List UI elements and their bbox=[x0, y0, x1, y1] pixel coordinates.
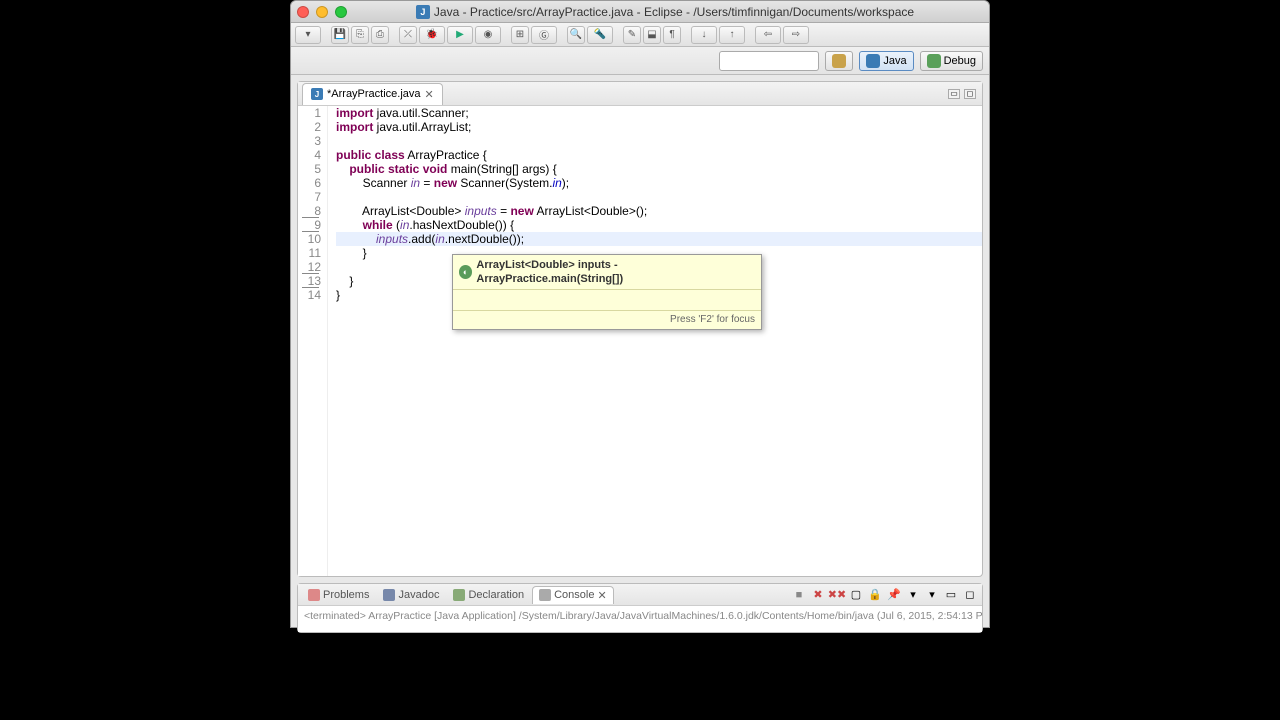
close-window-button[interactable] bbox=[297, 6, 309, 18]
java-file-icon: J bbox=[416, 5, 430, 19]
skip-breakpoints-button[interactable]: ⤫ bbox=[399, 26, 417, 44]
debug-perspective-button[interactable]: Debug bbox=[920, 51, 983, 71]
javadoc-tab-label: Javadoc bbox=[398, 589, 439, 601]
forward-button[interactable]: ⇨ bbox=[783, 26, 809, 44]
window-controls bbox=[297, 6, 347, 18]
tooltip-footer: Press 'F2' for focus bbox=[453, 310, 761, 329]
maximize-panel-button[interactable]: ◻ bbox=[962, 587, 978, 603]
code-editor[interactable]: 1 2 3 4 5 6 7 8 9 10 11 12 13 14 import … bbox=[298, 106, 982, 576]
editor-tab-arraypractice[interactable]: J *ArrayPractice.java ✕ bbox=[302, 83, 443, 105]
quick-access-input[interactable] bbox=[719, 51, 819, 71]
editor-tab-label: *ArrayPractice.java bbox=[327, 88, 421, 100]
terminate-button[interactable]: ■ bbox=[791, 587, 807, 603]
editor-tabs: J *ArrayPractice.java ✕ ▭ ◻ bbox=[298, 82, 982, 106]
titlebar: J Java - Practice/src/ArrayPractice.java… bbox=[291, 1, 989, 23]
new-java-class-button[interactable]: Ⓖ bbox=[531, 26, 557, 44]
pin-console-button[interactable]: 📌 bbox=[886, 587, 902, 603]
debug-button[interactable]: 🐞 bbox=[419, 26, 445, 44]
perspective-bar: Java Debug bbox=[291, 47, 989, 75]
open-console-button[interactable]: ▾ bbox=[924, 587, 940, 603]
bottom-panel: Problems Javadoc Declaration Console ✕ ■… bbox=[297, 583, 983, 633]
hover-tooltip: ◐ ArrayList<Double> inputs - ArrayPracti… bbox=[452, 254, 762, 330]
show-whitespace-button[interactable]: ¶ bbox=[663, 26, 681, 44]
save-all-button[interactable]: ⎘ bbox=[351, 26, 369, 44]
problems-tab-label: Problems bbox=[323, 589, 369, 601]
remove-all-button[interactable]: ✖✖ bbox=[829, 587, 845, 603]
open-perspective-button[interactable] bbox=[825, 51, 853, 71]
save-button[interactable]: 💾 bbox=[331, 26, 349, 44]
java-perspective-button[interactable]: Java bbox=[859, 51, 913, 71]
console-output[interactable]: <terminated> ArrayPractice [Java Applica… bbox=[298, 606, 982, 632]
prev-annotation-button[interactable]: ↑ bbox=[719, 26, 745, 44]
minimize-panel-button[interactable]: ▭ bbox=[943, 587, 959, 603]
search-button[interactable]: 🔦 bbox=[587, 26, 613, 44]
close-tab-icon[interactable]: ✕ bbox=[425, 88, 434, 101]
run-last-button[interactable]: ◉ bbox=[475, 26, 501, 44]
back-button[interactable]: ⇦ bbox=[755, 26, 781, 44]
main-toolbar: ▾ 💾 ⎘ ⎙ ⤫ 🐞 ▶ ◉ ⊞ Ⓖ 🔍 🔦 ✎ ⬓ ¶ ↓ ↑ ⇦ ⇨ bbox=[291, 23, 989, 47]
zoom-window-button[interactable] bbox=[335, 6, 347, 18]
clear-console-button[interactable]: ▢ bbox=[848, 587, 864, 603]
java-perspective-label: Java bbox=[883, 55, 906, 67]
minimize-window-button[interactable] bbox=[316, 6, 328, 18]
remove-launch-button[interactable]: ✖ bbox=[810, 587, 826, 603]
declaration-tab-label: Declaration bbox=[468, 589, 524, 601]
window-title: Java - Practice/src/ArrayPractice.java -… bbox=[434, 5, 914, 19]
close-console-icon[interactable]: ✕ bbox=[597, 589, 606, 602]
java-file-icon: J bbox=[311, 88, 323, 100]
scroll-lock-button[interactable]: 🔒 bbox=[867, 587, 883, 603]
toggle-block-button[interactable]: ⬓ bbox=[643, 26, 661, 44]
javadoc-tab[interactable]: Javadoc bbox=[377, 586, 445, 604]
new-button[interactable]: ▾ bbox=[295, 26, 321, 44]
editor-area: J *ArrayPractice.java ✕ ▭ ◻ 1 2 3 4 5 6 … bbox=[297, 81, 983, 577]
declaration-tab[interactable]: Declaration bbox=[447, 586, 530, 604]
console-tab-label: Console bbox=[554, 589, 594, 601]
maximize-editor-button[interactable]: ◻ bbox=[964, 89, 976, 99]
tooltip-text: ArrayList<Double> inputs - ArrayPractice… bbox=[476, 258, 755, 286]
new-java-package-button[interactable]: ⊞ bbox=[511, 26, 529, 44]
local-variable-icon: ◐ bbox=[459, 265, 472, 279]
minimize-editor-button[interactable]: ▭ bbox=[948, 89, 960, 99]
eclipse-window: J Java - Practice/src/ArrayPractice.java… bbox=[290, 0, 990, 628]
next-annotation-button[interactable]: ↓ bbox=[691, 26, 717, 44]
print-button[interactable]: ⎙ bbox=[371, 26, 389, 44]
console-tab[interactable]: Console ✕ bbox=[532, 586, 614, 604]
line-number-gutter: 1 2 3 4 5 6 7 8 9 10 11 12 13 14 bbox=[298, 106, 328, 576]
debug-perspective-label: Debug bbox=[944, 55, 976, 67]
toggle-mark-button[interactable]: ✎ bbox=[623, 26, 641, 44]
run-button[interactable]: ▶ bbox=[447, 26, 473, 44]
display-console-button[interactable]: ▾ bbox=[905, 587, 921, 603]
open-type-button[interactable]: 🔍 bbox=[567, 26, 585, 44]
problems-tab[interactable]: Problems bbox=[302, 586, 375, 604]
